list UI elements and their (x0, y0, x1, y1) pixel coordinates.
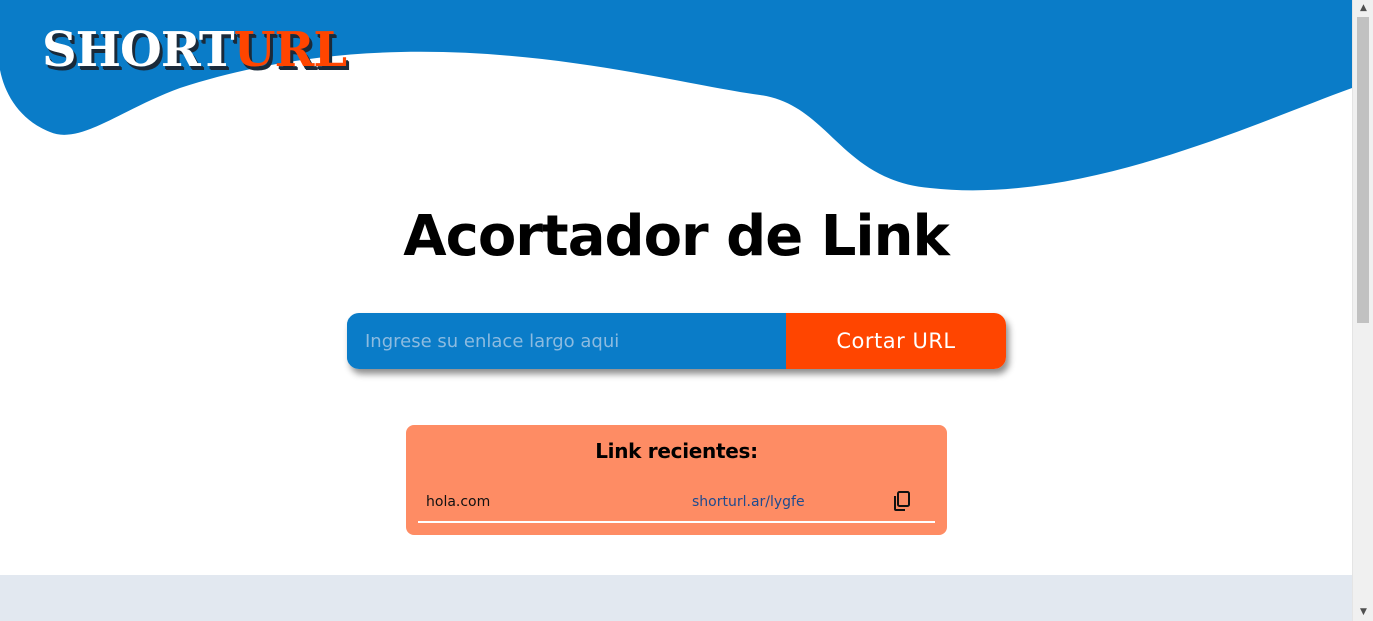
copy-icon[interactable] (890, 489, 914, 513)
logo-short-text: SHORT (42, 22, 235, 78)
recent-link-row: hola.com shorturl.ar/lygfe (418, 489, 935, 523)
page-title: Acortador de Link (403, 204, 949, 269)
original-url: hola.com (426, 494, 491, 510)
vertical-scrollbar[interactable]: ▲ ▼ (1352, 0, 1373, 621)
scrollbar-thumb[interactable] (1357, 17, 1369, 323)
recent-links-panel: Link recientes: hola.com shorturl.ar/lyg… (406, 425, 947, 535)
logo-url-text: URL (233, 22, 347, 78)
logo[interactable]: SHORTURL (42, 22, 347, 78)
scroll-down-icon[interactable]: ▼ (1353, 604, 1373, 621)
scroll-up-icon[interactable]: ▲ (1353, 0, 1373, 17)
url-input[interactable] (347, 313, 786, 369)
footer (0, 575, 1352, 621)
short-url-link[interactable]: shorturl.ar/lygfe (692, 494, 805, 510)
cut-url-button[interactable]: Cortar URL (786, 313, 1006, 369)
page: SHORTURL Acortador de Link Cortar URL Li… (0, 0, 1352, 621)
shorten-form: Cortar URL (347, 313, 1006, 369)
recent-links-heading: Link recientes: (595, 439, 758, 463)
